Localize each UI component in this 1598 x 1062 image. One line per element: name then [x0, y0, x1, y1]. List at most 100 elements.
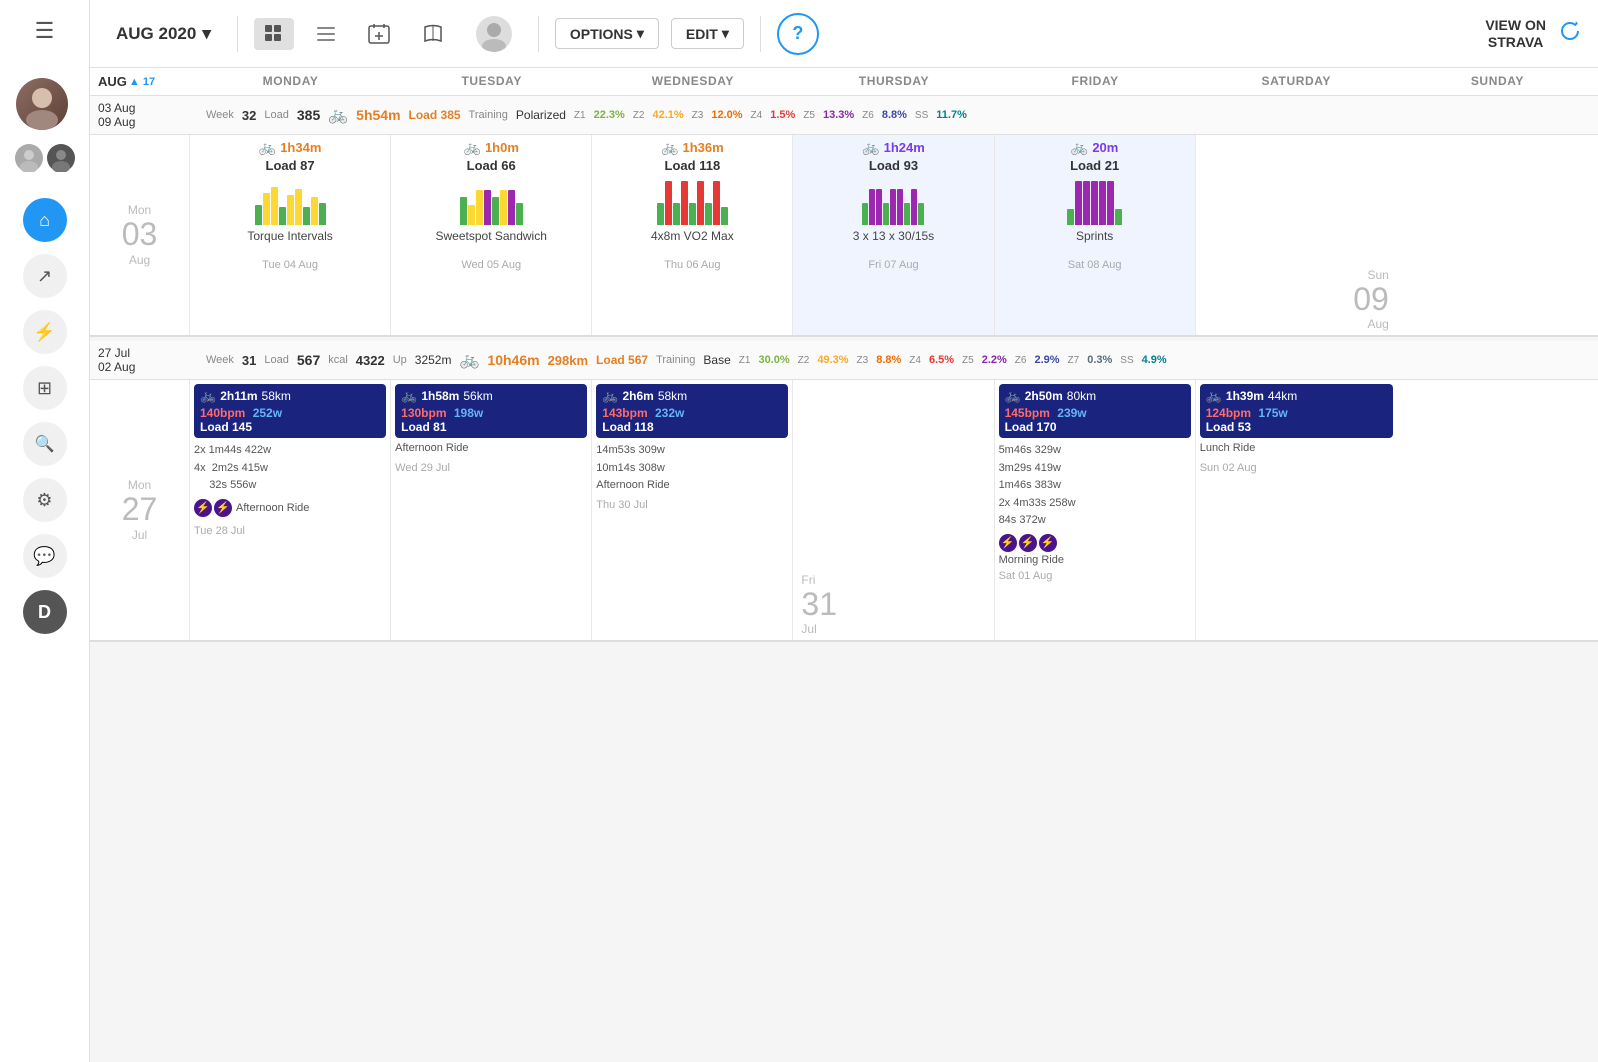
- week-2-z5-val: 2.2%: [982, 354, 1007, 366]
- tue28-date: Wed 29 Jul: [395, 462, 587, 474]
- week-2-z4-label: Z4: [909, 355, 921, 366]
- mon-load: Load 87: [194, 158, 386, 173]
- week-1-label: Week: [206, 109, 234, 121]
- sidebar-table-icon[interactable]: ⊞: [23, 366, 67, 410]
- mon27-watts: 252w: [253, 406, 282, 420]
- view-on-strava-button[interactable]: VIEW ON STRAVA: [1485, 17, 1546, 51]
- week-1-z4-val: 1.5%: [770, 109, 795, 121]
- month-chevron-icon: ▾: [202, 24, 211, 44]
- week-1-z6-val: 8.8%: [882, 109, 907, 121]
- week-2-load-val: 567: [297, 352, 320, 368]
- week-2-tuesday-col[interactable]: 🚲 1h58m 56km 130bpm 198w Load 81 Afterno…: [391, 380, 592, 640]
- week-2-monday-col[interactable]: 🚲 2h11m 58km 140bpm 252w Load 145 2x: [190, 380, 391, 640]
- week-2-bike-icon: 🚲: [459, 350, 479, 370]
- help-icon: ?: [792, 23, 803, 44]
- week-2-up-label: Up: [393, 354, 407, 366]
- week-2-wednesday-ride: 🚲 2h6m 58km 143bpm 232w Load 118 14m: [596, 384, 788, 511]
- sidebar-d-icon[interactable]: D: [23, 590, 67, 634]
- list-icon: [316, 24, 336, 44]
- day-header-thursday: THURSDAY: [793, 74, 994, 89]
- tue-duration: 1h0m: [485, 140, 519, 155]
- week-1-monday-col[interactable]: 🚲 1h34m Load 87: [190, 135, 391, 335]
- grid-view-button[interactable]: [254, 18, 294, 50]
- week-2-sunday-col[interactable]: 🚲 1h39m 44km 124bpm 175w Load 53 Lunch R…: [1196, 380, 1397, 640]
- wed29-ride-name: Afternoon Ride: [596, 479, 788, 491]
- week-1-friday-workout: 🚲 20m Load 21 Spr: [999, 139, 1191, 271]
- avatar-small-1[interactable]: [15, 144, 43, 172]
- day-header-row: AUG ▲ 17 MONDAY TUESDAY WEDNESDAY THURSD…: [90, 68, 1598, 96]
- month-selector[interactable]: AUG 2020 ▾: [106, 18, 221, 50]
- calendar-add-button[interactable]: [358, 17, 400, 51]
- week-1-wednesday-col[interactable]: 🚲 1h36m Load 118: [592, 135, 793, 335]
- chat-icon: 💬: [33, 546, 55, 567]
- week-2-saturday-ride: 🚲 2h50m 80km 145bpm 239w Load 170 5m: [999, 384, 1191, 582]
- thu-bike-icon: 🚲: [862, 139, 879, 156]
- aug-label: AUG ▲ 17: [90, 74, 190, 89]
- wed29-duration: 2h6m: [622, 389, 653, 403]
- hamburger-menu-icon[interactable]: ☰: [27, 10, 63, 52]
- sat01-watts: 239w: [1057, 406, 1086, 420]
- tue-workout-name: Sweetspot Sandwich: [395, 229, 587, 243]
- mon-workout-name: Torque Intervals: [194, 229, 386, 243]
- week-2-wednesday-col[interactable]: 🚲 2h6m 58km 143bpm 232w Load 118 14m: [592, 380, 793, 640]
- wed-load: Load 118: [596, 158, 788, 173]
- profile-icon-button[interactable]: [466, 10, 522, 58]
- sun02-watts: 175w: [1258, 406, 1287, 420]
- tue28-watts: 198w: [454, 406, 483, 420]
- week-1-bike-icon: 🚲: [328, 105, 348, 125]
- week-1-training-val: Polarized: [516, 108, 566, 122]
- help-button[interactable]: ?: [777, 13, 819, 55]
- week-2-saturday-col[interactable]: 🚲 2h50m 80km 145bpm 239w Load 170 5m: [995, 380, 1196, 640]
- week-2-dates: 27 Jul 02 Aug: [98, 346, 198, 374]
- avatar-small-2[interactable]: [47, 144, 75, 172]
- sidebar-settings-icon[interactable]: ⚙: [23, 478, 67, 522]
- week-2-z4-val: 6.5%: [929, 354, 954, 366]
- week-1-thursday-col[interactable]: 🚲 1h24m Load 93: [793, 135, 994, 335]
- week-1-z1-label: Z1: [574, 110, 586, 121]
- table-icon: ⊞: [37, 378, 52, 399]
- week-1-days-grid: Mon 03 Aug 🚲 1h34m Load 87: [90, 135, 1598, 335]
- thu-chart: [797, 177, 989, 225]
- sun02-km: 44km: [1268, 389, 1297, 403]
- separator-2: [538, 16, 539, 52]
- book-icon-button[interactable]: [412, 17, 454, 51]
- profile-avatar-icon: [476, 16, 512, 52]
- sat01-bike-icon: 🚲: [1005, 388, 1021, 404]
- week-2-tuesday-ride: 🚲 1h58m 56km 130bpm 198w Load 81 Afterno…: [395, 384, 587, 474]
- week-2-container: 27 Jul 02 Aug Week 31 Load 567 kcal 4322…: [90, 341, 1598, 642]
- week-2-z2-label: Z2: [798, 355, 810, 366]
- topbar: AUG 2020 ▾: [90, 0, 1598, 68]
- week-2-z3-val: 8.8%: [876, 354, 901, 366]
- mon27-load: Load 145: [200, 420, 380, 434]
- sidebar-chat-icon[interactable]: 💬: [23, 534, 67, 578]
- mon27-km: 58km: [262, 389, 291, 403]
- fri-load: Load 21: [999, 158, 1191, 173]
- wed29-watts: 232w: [655, 406, 684, 420]
- sidebar-search-icon[interactable]: 🔍: [23, 422, 67, 466]
- user-avatar[interactable]: [16, 78, 74, 136]
- sidebar-flash-icon[interactable]: ⚡: [23, 310, 67, 354]
- fri-chart: [999, 177, 1191, 225]
- trend-icon: ↗: [37, 266, 52, 287]
- edit-button[interactable]: EDIT ▾: [671, 18, 744, 49]
- settings-icon: ⚙: [36, 490, 52, 511]
- week-1-load-val: 385: [297, 107, 320, 123]
- wed29-intervals: 14m53s 309w 10m14s 308w: [596, 442, 788, 477]
- refresh-button[interactable]: [1558, 19, 1582, 49]
- week-1-friday-col[interactable]: 🚲 20m Load 21 Spr: [995, 135, 1196, 335]
- week-1-z4-label: Z4: [751, 110, 763, 121]
- sidebar-trends-icon[interactable]: ↗: [23, 254, 67, 298]
- week-1-tuesday-col[interactable]: 🚲 1h0m Load 66: [391, 135, 592, 335]
- list-view-button[interactable]: [306, 18, 346, 50]
- week-2-load-label: Load: [264, 354, 288, 366]
- week-1-sunday-col: Sun 09 Aug: [1196, 135, 1397, 335]
- options-button[interactable]: OPTIONS ▾: [555, 18, 659, 49]
- book-icon: [422, 23, 444, 45]
- week-1-z1-val: 22.3%: [594, 109, 625, 121]
- avatar-row: [15, 144, 75, 172]
- sidebar-home-icon[interactable]: ⌂: [23, 198, 67, 242]
- week-2-days-grid: Mon 27 Jul 🚲 2h11m 58km: [90, 380, 1598, 640]
- week-2-training-val: Base: [703, 353, 730, 367]
- mon27-bike-icon: 🚲: [200, 388, 216, 404]
- sun02-date: Sun 02 Aug: [1200, 462, 1393, 474]
